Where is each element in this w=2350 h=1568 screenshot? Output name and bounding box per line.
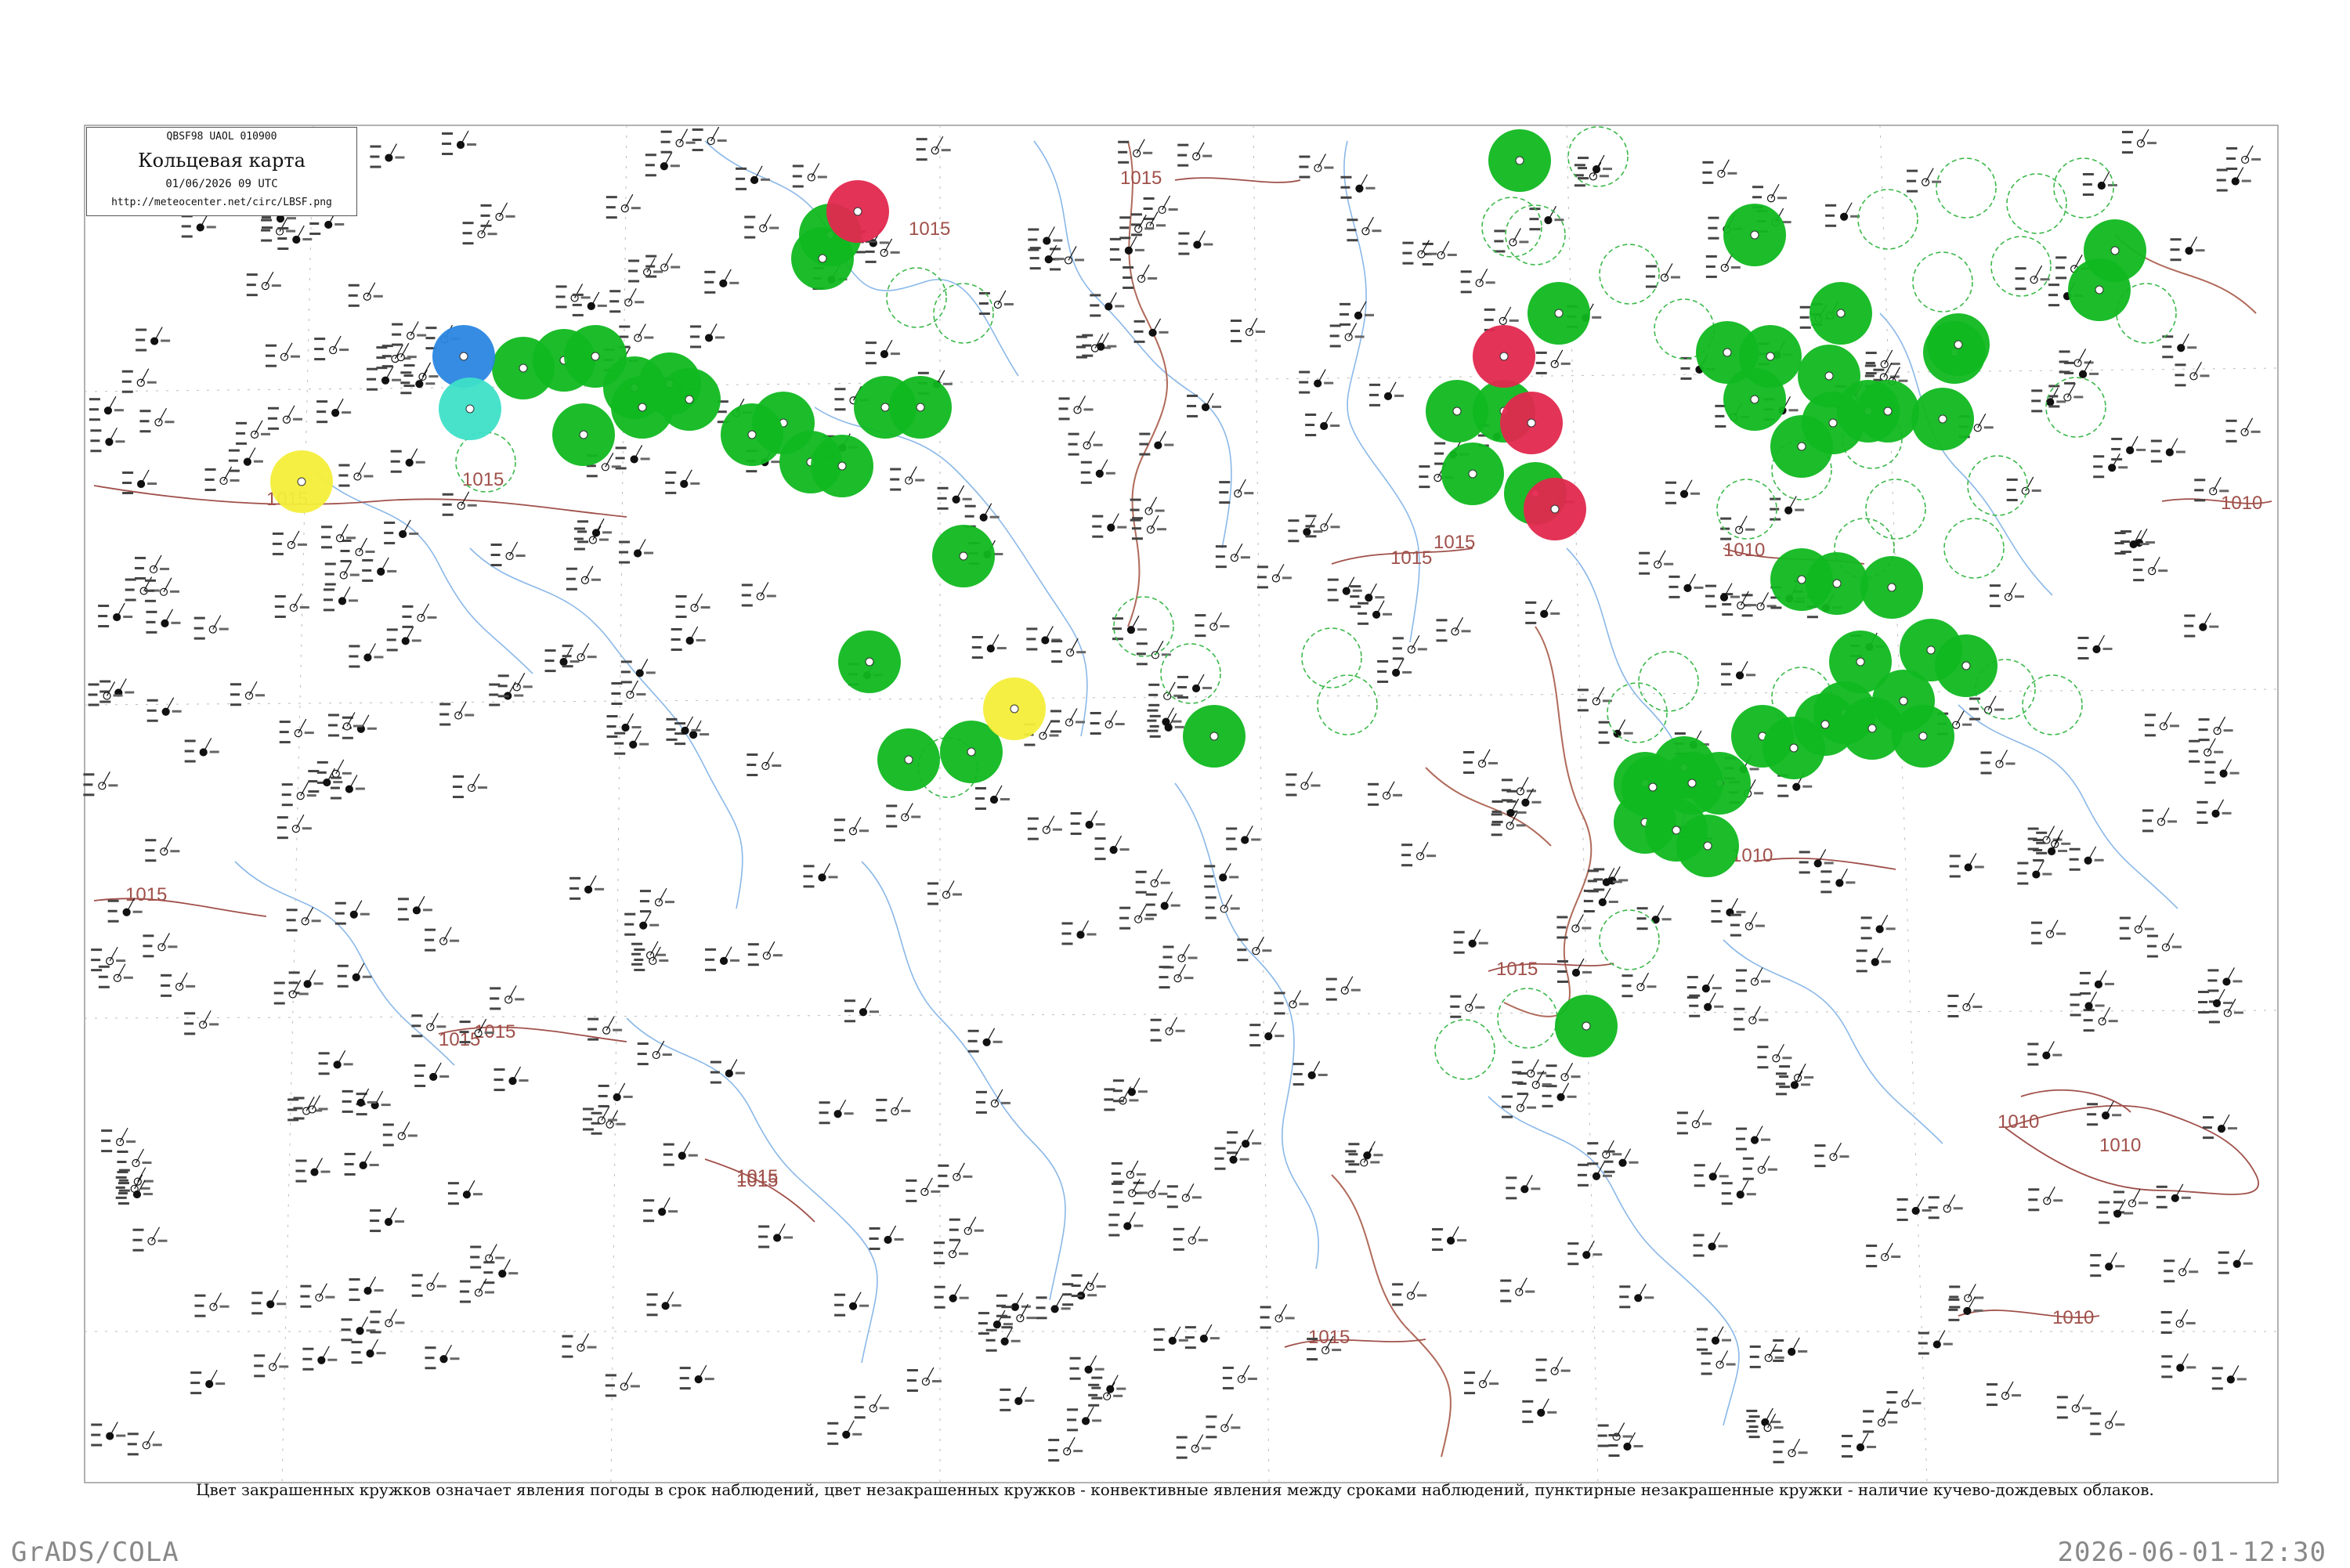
station-marker — [1824, 371, 1834, 381]
isobar-label: 1015 — [1434, 532, 1475, 553]
station-marker — [1820, 720, 1830, 729]
station-marker — [638, 403, 647, 412]
station-marker — [1954, 340, 1963, 349]
station-marker — [1961, 661, 1971, 670]
station-marker — [837, 461, 847, 471]
station-marker — [1766, 352, 1775, 361]
isobar-label: 1015 — [125, 884, 167, 905]
station-marker — [967, 747, 976, 757]
map-title: Кольцевая карта — [138, 150, 306, 172]
station-marker — [591, 352, 600, 361]
station-marker — [685, 395, 694, 404]
station-marker — [853, 207, 862, 216]
station-marker — [519, 363, 528, 373]
station-marker — [1550, 504, 1560, 514]
synoptic-map: 1015101510151015101510151015101510151015… — [0, 0, 2350, 1566]
footer-software: GrADS/COLA — [11, 1537, 179, 1568]
station-marker — [579, 430, 588, 439]
station-marker — [1832, 579, 1842, 588]
station-marker — [1723, 348, 1732, 357]
station-marker — [904, 755, 913, 764]
station-marker — [1672, 826, 1681, 835]
station-marker — [1750, 395, 1759, 404]
station-marker — [1648, 782, 1658, 792]
station-marker — [1789, 743, 1799, 753]
station-marker — [1797, 442, 1806, 451]
isobar-label: 1015 — [1390, 547, 1432, 569]
station-marker — [1499, 352, 1509, 361]
isobar-label: 1010 — [2099, 1135, 2141, 1156]
station-marker — [1918, 732, 1928, 741]
isobar-label: 1015 — [1120, 168, 1162, 189]
isobar-label: 1010 — [2052, 1307, 2094, 1328]
map-header: QBSF98 UAOL 010900 Кольцевая карта 01/06… — [86, 127, 357, 216]
station-marker — [1867, 724, 1877, 733]
isobar-label: 1010 — [1998, 1111, 2039, 1133]
station-marker — [865, 657, 874, 667]
station-marker — [1828, 418, 1838, 428]
isobar-label: 1015 — [1496, 959, 1538, 980]
station-marker — [1750, 230, 1759, 240]
source-url[interactable]: http://meteocenter.net/circ/LBSF.png — [87, 197, 356, 208]
isobar-label: 1010 — [1723, 540, 1765, 561]
isobar-label: 1015 — [909, 219, 950, 240]
station-marker — [1938, 414, 1947, 424]
station-marker — [1883, 406, 1893, 416]
station-marker — [1554, 309, 1564, 318]
station-marker — [1926, 645, 1936, 655]
station-marker — [1515, 156, 1524, 165]
station-marker — [1797, 575, 1806, 584]
station-marker — [959, 551, 968, 561]
station-marker — [1887, 583, 1896, 592]
station-marker — [1582, 1021, 1591, 1031]
isobar-label: 1015 — [736, 1166, 778, 1187]
station-marker — [1209, 732, 1219, 741]
station-marker — [2110, 246, 2120, 255]
station-marker — [1452, 406, 1462, 416]
station-marker — [465, 404, 475, 414]
station-marker — [1010, 704, 1019, 714]
station-marker — [297, 477, 306, 486]
map-caption: Цвет закрашенных кружков означает явлени… — [196, 1480, 2154, 1499]
station-marker — [818, 254, 827, 263]
bulletin-code: QBSF98 UAOL 010900 — [166, 131, 277, 143]
station-marker — [1703, 841, 1712, 851]
station-marker — [1899, 696, 1908, 706]
footer-timestamp: 2026-06-01-12:30 — [2057, 1537, 2326, 1568]
station-marker — [916, 403, 925, 412]
station-marker — [1527, 418, 1536, 428]
station-marker — [1468, 469, 1477, 479]
station-marker — [459, 352, 468, 361]
station-marker — [1856, 657, 1865, 667]
isobar-label: 1010 — [2221, 493, 2262, 514]
station-marker — [1687, 779, 1697, 788]
station-marker — [1836, 309, 1846, 318]
station-marker — [747, 430, 757, 439]
station-marker — [2095, 285, 2104, 294]
station-marker — [880, 403, 890, 412]
map-datetime: 01/06/2026 09 UTC — [165, 178, 278, 190]
